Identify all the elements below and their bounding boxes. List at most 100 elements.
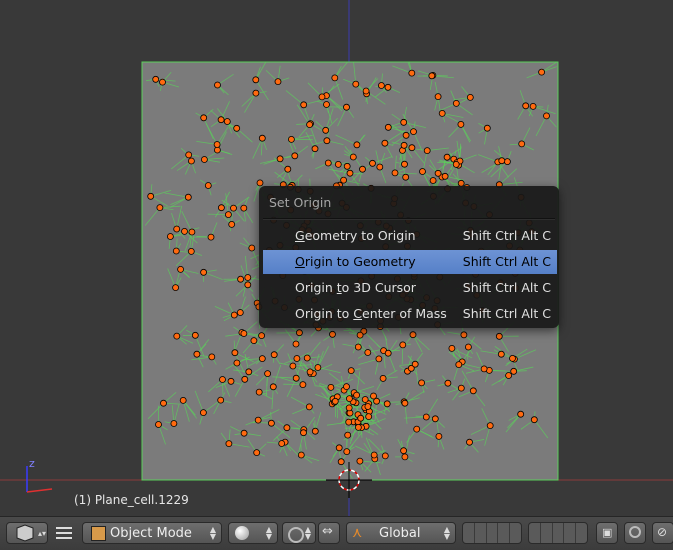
vertex-dot [363, 88, 369, 94]
vertex-dot [277, 156, 283, 162]
vertex-dot [365, 404, 371, 410]
vertex-dot [271, 352, 277, 358]
vertex-dot [371, 452, 377, 458]
vertex-dot [307, 369, 313, 375]
vertex-dot [268, 420, 274, 426]
menu-separator [263, 218, 555, 220]
vertex-dot [355, 424, 361, 430]
editor-type-button[interactable]: ▴▾ [6, 522, 48, 544]
vertex-dot [182, 228, 188, 234]
vertex-dot [231, 312, 237, 318]
vertex-dot [499, 158, 505, 164]
vertex-dot [229, 221, 235, 227]
vertex-dot [265, 371, 271, 377]
vertex-dot [347, 170, 353, 176]
vertex-dot [519, 141, 525, 147]
menu-item[interactable]: Origin to Center of MassShift Ctrl Alt C [263, 302, 557, 326]
pivot-point-select[interactable]: ▲▼ [282, 522, 316, 544]
vertex-dot [201, 157, 207, 163]
vertex-dot [409, 145, 415, 151]
orientation-select[interactable]: ⋏ Global ▲▼ [346, 522, 456, 544]
vertex-dot [312, 146, 318, 152]
vertex-dot [226, 441, 232, 447]
vertex-dot [218, 205, 224, 211]
object-mode-cube-icon [91, 526, 106, 541]
pivot-point-icon [288, 527, 304, 543]
vertex-dot [357, 458, 363, 464]
vertex-dot [148, 193, 154, 199]
vertex-dot [420, 169, 426, 175]
vertex-dot [370, 160, 376, 166]
menu-item[interactable]: Origin to 3D CursorShift Ctrl Alt C [263, 276, 557, 300]
vertex-dot [338, 459, 344, 465]
vertex-dot [510, 355, 516, 361]
vertex-dot [412, 361, 418, 367]
vertex-dot [366, 414, 372, 420]
lock-layers-button[interactable]: ▣ [596, 522, 618, 544]
vertex-dot [423, 414, 429, 420]
vertex-dot [511, 368, 517, 374]
vertex-dot [312, 428, 318, 434]
vertex-dot [241, 430, 247, 436]
vertex-dot [153, 76, 159, 82]
vertex-dot [506, 373, 512, 379]
vertex-dot [411, 129, 417, 135]
vertex-dot [382, 140, 388, 146]
vertex-dot [290, 363, 296, 369]
layers-grid-2[interactable] [528, 522, 588, 544]
vertex-dot [382, 453, 388, 459]
vertex-dot [357, 332, 363, 338]
vertex-dot [323, 127, 329, 133]
vertex-dot [335, 161, 341, 167]
mode-select[interactable]: Object Mode ▲▼ [82, 522, 222, 544]
render-button[interactable] [624, 522, 646, 544]
vertex-dot [467, 94, 473, 100]
vertex-dot [470, 388, 476, 394]
menu-item-label: Origin to Center of Mass [295, 306, 447, 321]
vertex-dot [232, 350, 238, 356]
viewport-shading-sphere-icon [235, 526, 249, 540]
menu-item-label: Geometry to Origin [295, 228, 416, 243]
render-icon [629, 526, 641, 538]
menu-title: Set Origin [269, 195, 331, 210]
vertex-dot [220, 377, 226, 383]
vertex-dot [346, 419, 352, 425]
vertex-dot [354, 142, 360, 148]
vertex-dot [518, 411, 524, 417]
orientation-label: Global [379, 526, 420, 541]
vertex-dot [328, 384, 334, 390]
layers-grid-1[interactable] [462, 522, 522, 544]
vertex-dot [355, 344, 361, 350]
menu-icon[interactable] [56, 525, 72, 541]
menu-item[interactable]: Geometry to OriginShift Ctrl Alt C [263, 224, 557, 248]
vertex-dot [458, 121, 464, 127]
vertex-dot [544, 113, 550, 119]
vertex-dot [432, 416, 438, 422]
vertex-dot [344, 384, 350, 390]
shading-select[interactable]: ▲▼ [228, 522, 278, 544]
snap-button[interactable]: ⊘ [652, 522, 673, 544]
menu-item[interactable]: Origin to GeometryShift Ctrl Alt C [263, 250, 557, 274]
manipulator-toggle[interactable]: ⇔ [318, 522, 340, 544]
vertex-dot [496, 333, 502, 339]
svg-text:▴▾: ▴▾ [38, 529, 46, 538]
vertex-dot [194, 351, 200, 357]
vertex-dot [453, 161, 459, 167]
vertex-dot [173, 248, 179, 254]
vertex-dot [215, 82, 221, 88]
vertex-dot [385, 84, 391, 90]
vertex-dot [228, 378, 234, 384]
vertex-dot [444, 154, 450, 160]
vertex-dot [234, 125, 240, 131]
vertex-dot [315, 365, 321, 371]
lock-icon: ▣ [602, 526, 612, 539]
vertex-dot [458, 385, 464, 391]
vertex-dot [350, 154, 356, 160]
vertex-dot [156, 422, 162, 428]
vertex-dot [414, 426, 420, 432]
vertex-dot [259, 333, 265, 339]
vertex-dot [257, 180, 263, 186]
vertex-dot [341, 177, 347, 183]
vertex-dot [306, 404, 312, 410]
vertex-dot [218, 117, 224, 123]
